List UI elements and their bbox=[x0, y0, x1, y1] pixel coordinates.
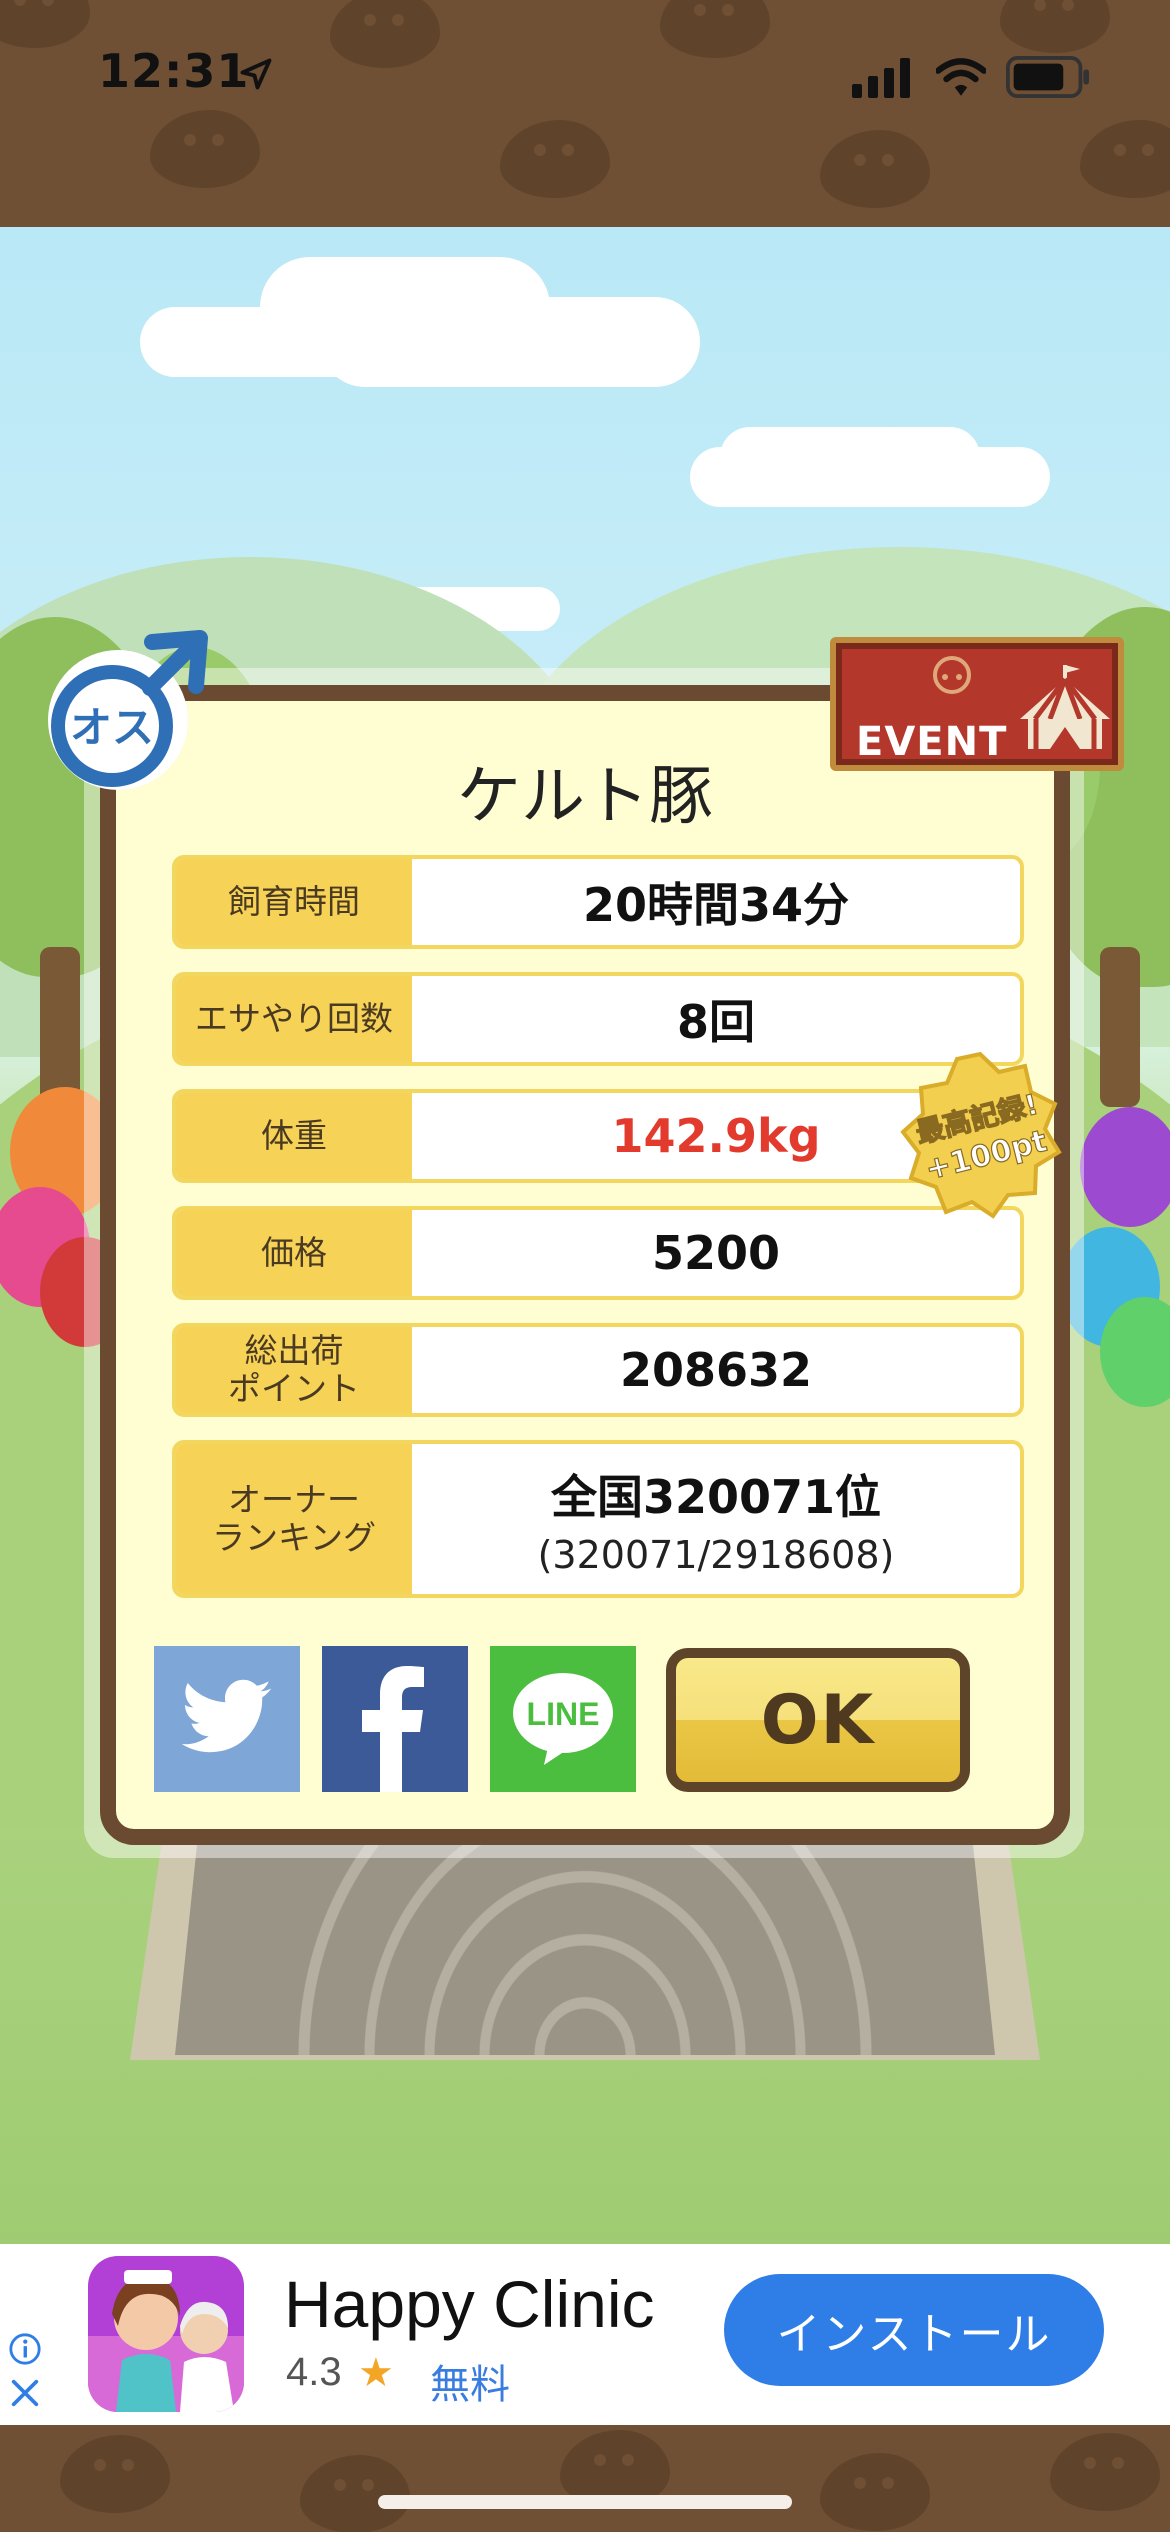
pig-face-icon bbox=[933, 656, 971, 694]
bean-pattern bbox=[300, 2455, 410, 2532]
bean-pattern bbox=[1050, 2433, 1160, 2511]
bean-pattern bbox=[1000, 0, 1110, 53]
bean-pattern bbox=[60, 2435, 170, 2513]
status-time: 12:31 bbox=[98, 44, 250, 98]
bean-pattern bbox=[1080, 120, 1170, 198]
location-arrow-icon bbox=[240, 58, 272, 90]
stat-value: 5200 bbox=[651, 1226, 781, 1280]
circus-tent-icon bbox=[1020, 665, 1110, 749]
tree-trunk bbox=[40, 947, 80, 1107]
male-gender-badge: オス bbox=[48, 630, 208, 790]
ad-price: 無料 bbox=[430, 2362, 510, 2408]
ad-app-title[interactable]: Happy Clinic bbox=[284, 2266, 654, 2342]
close-icon[interactable] bbox=[8, 2376, 42, 2410]
cloud bbox=[320, 297, 700, 387]
tree-trunk bbox=[1100, 947, 1140, 1107]
balloon bbox=[1080, 1107, 1170, 1227]
stat-label: 体重 bbox=[176, 1093, 412, 1179]
stat-label: エサやり回数 bbox=[176, 976, 412, 1062]
stat-row-shipping-points: 総出荷 ポイント 208632 bbox=[172, 1323, 1024, 1417]
stat-row-owner-ranking: オーナー ランキング 全国320071位 (320071/2918608) bbox=[172, 1440, 1024, 1598]
install-button[interactable]: インストール bbox=[724, 2274, 1104, 2386]
twitter-icon bbox=[181, 1679, 272, 1753]
bean-pattern bbox=[660, 0, 770, 58]
line-label: LINE bbox=[527, 1696, 600, 1732]
ok-button[interactable]: OK bbox=[666, 1648, 970, 1792]
ranking-values: 全国320071位 (320071/2918608) bbox=[412, 1444, 1020, 1594]
stat-label: 総出荷 ポイント bbox=[176, 1327, 412, 1413]
facebook-share-button[interactable] bbox=[322, 1646, 468, 1792]
stat-label: 飼育時間 bbox=[176, 859, 412, 945]
happy-clinic-app-icon bbox=[88, 2256, 244, 2412]
ranking-main: 全国320071位 bbox=[550, 1470, 882, 1524]
bean-pattern bbox=[330, 0, 440, 68]
ad-app-icon[interactable] bbox=[88, 2256, 244, 2412]
ranking-detail: (320071/2918608) bbox=[537, 1533, 895, 1577]
ad-banner[interactable]: Happy Clinic 4.3 ★ 無料 インストール bbox=[0, 2244, 1170, 2425]
bottom-band bbox=[0, 2425, 1170, 2532]
cellular-signal-icon bbox=[852, 58, 910, 98]
bean-pattern bbox=[500, 120, 610, 198]
stat-label: オーナー ランキング bbox=[176, 1444, 412, 1594]
bean-pattern bbox=[820, 2453, 930, 2531]
line-icon: LINE bbox=[513, 1673, 613, 1765]
ad-rating: 4.3 bbox=[286, 2350, 342, 2394]
stat-row-breeding-time: 飼育時間 20時間34分 bbox=[172, 855, 1024, 949]
status-bar-background bbox=[0, 0, 1170, 227]
twitter-share-button[interactable] bbox=[154, 1646, 300, 1792]
facebook-icon bbox=[362, 1666, 424, 1792]
bean-pattern bbox=[820, 130, 930, 208]
gender-label: オス bbox=[70, 703, 154, 752]
stat-value: 208632 bbox=[619, 1343, 813, 1397]
battery-icon bbox=[1006, 56, 1090, 98]
stat-value: 20時間34分 bbox=[582, 878, 850, 932]
line-share-button[interactable]: LINE bbox=[490, 1646, 636, 1792]
stat-label: 価格 bbox=[176, 1210, 412, 1296]
event-label: EVENT bbox=[856, 719, 1008, 765]
stat-row-price: 価格 5200 bbox=[172, 1206, 1024, 1300]
home-indicator[interactable] bbox=[378, 2495, 792, 2509]
bean-pattern bbox=[150, 110, 260, 188]
ad-info-icon[interactable] bbox=[8, 2332, 42, 2366]
event-badge: EVENT bbox=[830, 637, 1124, 771]
star-icon: ★ bbox=[358, 2350, 394, 2396]
record-badge: 最高記録! +100pt bbox=[900, 1051, 1062, 1219]
cloud bbox=[720, 427, 980, 487]
result-dialog: ケルト豚 飼育時間 20時間34分 エサやり回数 8回 体重 142.9kg 価… bbox=[100, 685, 1070, 1845]
bean-pattern bbox=[0, 0, 90, 48]
wifi-icon bbox=[936, 58, 986, 96]
